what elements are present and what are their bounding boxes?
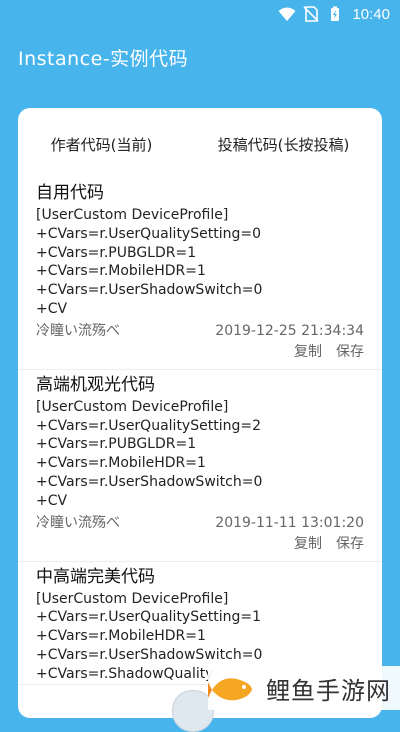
code-line: +CVars=r.MobileHDR=1 (36, 628, 206, 645)
watermark: 鲤鱼手游网 (208, 666, 400, 710)
timestamp: 2019-11-11 13:01:20 (215, 514, 364, 531)
code-line: +CVars=r.MobileHDR=1 (36, 263, 206, 280)
save-button[interactable]: 保存 (336, 533, 364, 555)
page-title: Instance-实例代码 (18, 48, 189, 70)
code-line: +CVars=r.PUBGLDR=1 (36, 244, 197, 261)
tab-author-code[interactable]: 作者代码(当前) (51, 128, 153, 162)
copy-button[interactable]: 复制 (294, 341, 322, 363)
wifi-icon (278, 7, 296, 21)
item-meta: 冷瞳い流殇べ 2019-11-11 13:01:20 (36, 513, 364, 533)
carp-logo-icon (208, 678, 252, 701)
watermark-text: 鲤鱼手游网 (266, 676, 391, 705)
code-line: +CVars=r.UserShadowSwitch=0 (36, 646, 263, 663)
code-line: +CVars=r.UserShadowSwitch=0 (36, 282, 263, 299)
no-sim-icon (303, 6, 320, 22)
list-item[interactable]: 自用代码 [UserCustom DeviceProfile] +CVars=r… (18, 178, 382, 370)
author-name: 冷瞳い流殇べ (36, 322, 120, 339)
tab-submitted-code[interactable]: 投稿代码(长按投稿) (218, 128, 350, 162)
tab-bar: 作者代码(当前) 投稿代码(长按投稿) (18, 128, 382, 162)
code-line: [UserCustom DeviceProfile] (36, 207, 229, 223)
code-title: 中高端完美代码 (36, 566, 155, 587)
code-line: [UserCustom DeviceProfile] (36, 590, 229, 607)
code-title: 自用代码 (36, 183, 104, 203)
code-list: 自用代码 [UserCustom DeviceProfile] +CVars=r… (18, 178, 382, 685)
code-line: +CVars=r.UserQualitySetting=0 (36, 225, 261, 242)
save-button[interactable]: 保存 (336, 341, 364, 363)
item-actions: 复制 保存 (36, 533, 364, 561)
code-card: 作者代码(当前) 投稿代码(长按投稿) 自用代码 [UserCustom Dev… (18, 108, 382, 718)
clock: 10:40 (352, 5, 390, 23)
status-bar: 10:40 (0, 0, 400, 28)
copy-button[interactable]: 复制 (294, 533, 322, 555)
code-line: +CVars=r.UserShadowSwitch=0 (36, 473, 263, 490)
code-line: +CVars=r.UserQualitySetting=2 (36, 417, 261, 434)
item-meta: 冷瞳い流殇べ 2019-12-25 21:34:34 (36, 321, 364, 341)
item-actions: 复制 保存 (36, 341, 364, 369)
code-title: 高端机观光代码 (36, 374, 155, 395)
code-line: [UserCustom DeviceProfile] (36, 398, 229, 415)
code-line: +CV (36, 492, 68, 509)
timestamp: 2019-12-25 21:34:34 (215, 322, 364, 339)
code-line: +CV (36, 300, 68, 317)
battery-charging-icon (331, 6, 340, 21)
code-line: +CVars=r.MobileHDR=1 (36, 455, 206, 472)
author-name: 冷瞳い流殇べ (36, 514, 120, 531)
list-item[interactable]: 高端机观光代码 [UserCustom DeviceProfile] +CVar… (18, 370, 382, 562)
code-line: +CVars=r.PUBGLDR=1 (36, 436, 197, 453)
code-line: +CVars=r.UserQualitySetting=1 (36, 609, 261, 626)
